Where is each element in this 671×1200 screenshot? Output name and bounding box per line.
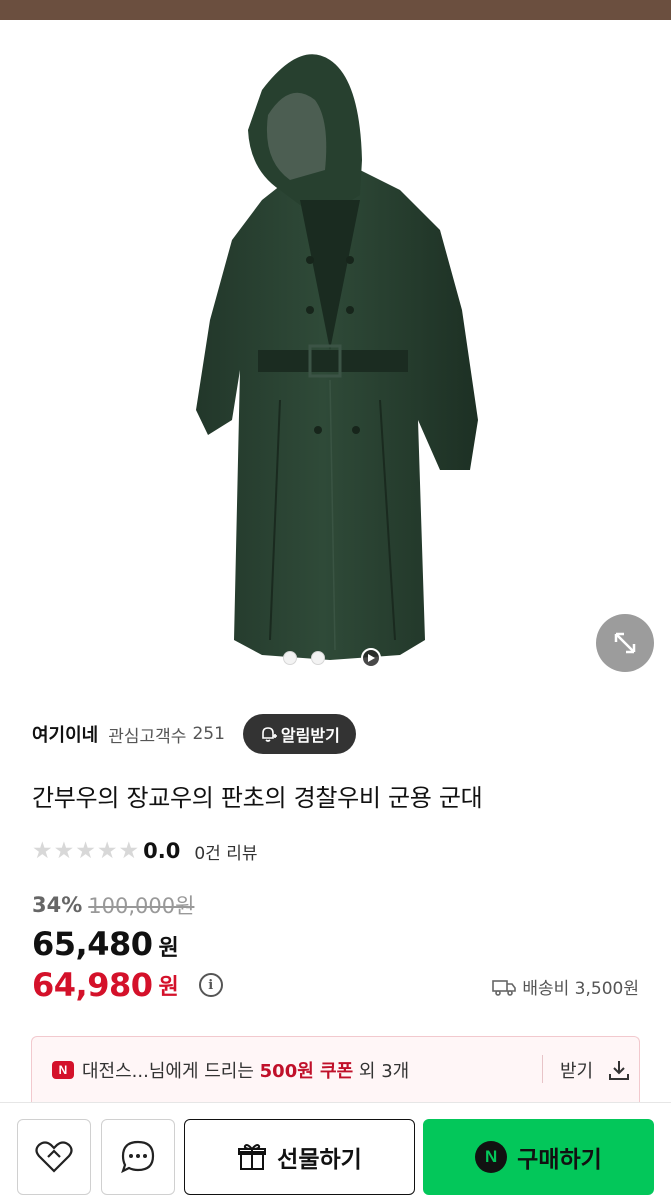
coupon-text: 대전스...님에게 드리는 500원 쿠폰 외 3개 [82, 1057, 409, 1083]
coupon-text-suffix: 외 3개 [353, 1060, 410, 1082]
product-image[interactable] [0, 20, 671, 680]
shipping-info: 배송비 3,500원 [492, 974, 639, 999]
info-icon[interactable]: i [198, 973, 223, 997]
chat-bubble-icon [121, 1140, 155, 1174]
coupon-price-currency: 원 [158, 975, 179, 1000]
star-icon: ★ [32, 837, 53, 864]
review-count-link[interactable]: 0건 리뷰 [194, 839, 257, 864]
gift-icon [238, 1144, 267, 1170]
gift-label: 선물하기 [277, 1147, 362, 1173]
divider [542, 1055, 543, 1083]
discount-rate: 34% [32, 893, 83, 917]
carousel-indicator[interactable] [283, 648, 381, 668]
rating-row[interactable]: ★ ★ ★ ★ ★ 0.0 0건 리뷰 [32, 836, 257, 866]
heart-icon [35, 1141, 73, 1173]
original-price: 100,000원 [88, 894, 195, 918]
sale-price: 65,480 [32, 925, 153, 963]
carousel-dot[interactable] [311, 651, 325, 665]
buy-button[interactable]: N 구매하기 [423, 1119, 654, 1195]
bottom-action-bar: 선물하기 N 구매하기 [0, 1102, 671, 1200]
star-icon: ★ [75, 837, 96, 864]
store-name[interactable]: 여기이네 [32, 721, 98, 747]
top-status-strip [0, 0, 671, 20]
coupon-text-prefix: 대전스...님에게 드리는 [82, 1060, 260, 1082]
interest-count: 251 [192, 724, 225, 744]
discount-row: 34% 100,000원 [32, 890, 194, 920]
rating-score: 0.0 [143, 839, 181, 863]
delivery-truck-icon [492, 979, 517, 996]
coupon-price: 64,980 [32, 966, 153, 1004]
interest-label: 관심고객수 [108, 726, 187, 747]
gift-button[interactable]: 선물하기 [184, 1119, 415, 1195]
sale-price-currency: 원 [158, 936, 179, 961]
expand-arrows-icon [614, 632, 636, 654]
raincoat-photo [196, 54, 478, 660]
coupon-banner[interactable]: N 대전스...님에게 드리는 500원 쿠폰 외 3개 받기 [31, 1036, 640, 1102]
star-rating: ★ ★ ★ ★ ★ [32, 837, 140, 864]
star-icon: ★ [96, 837, 118, 864]
coupon-price-row: 64,980 원 i [32, 966, 223, 1004]
carousel-dot[interactable] [283, 651, 297, 665]
buy-label: 구매하기 [517, 1147, 602, 1173]
talk-button[interactable] [101, 1119, 175, 1195]
naver-pay-icon: N [475, 1141, 508, 1173]
shipping-label: 배송비 3,500원 [522, 979, 639, 999]
video-play-icon[interactable] [361, 648, 381, 668]
coupon-receive-button[interactable]: 받기 [560, 1037, 631, 1103]
download-icon [609, 1061, 630, 1080]
wishlist-button[interactable] [17, 1119, 91, 1195]
alarm-subscribe-button[interactable]: 알림받기 [242, 714, 356, 754]
alarm-label: 알림받기 [280, 726, 340, 745]
coupon-amount: 500원 쿠폰 [259, 1060, 354, 1082]
star-icon: ★ [118, 837, 140, 864]
star-icon: ★ [53, 837, 75, 864]
product-title: 간부우의 장교우의 판초의 경찰우비 군용 군대 [32, 784, 483, 812]
naver-badge: N [52, 1060, 74, 1079]
store-info: 여기이네 관심고객수 251 알림받기 [32, 714, 356, 754]
bell-plus-icon [262, 727, 277, 742]
receive-label: 받기 [560, 1061, 594, 1082]
sale-price-row: 65,480 원 [32, 925, 179, 963]
expand-image-button[interactable] [596, 614, 654, 672]
